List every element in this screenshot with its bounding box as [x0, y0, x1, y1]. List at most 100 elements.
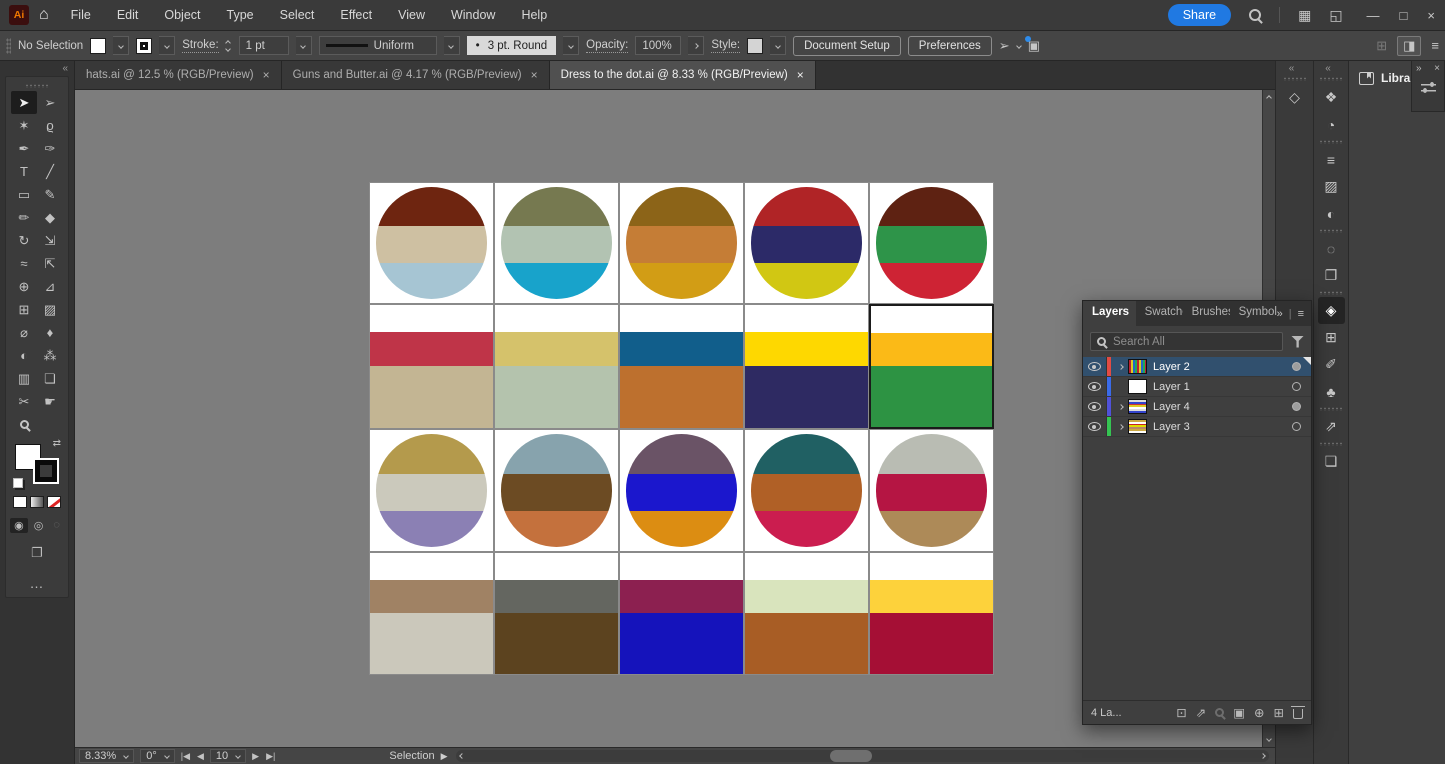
select-similar-icon[interactable]: ➢ [999, 38, 1010, 54]
tool-rotate[interactable]: ↻ [11, 229, 37, 252]
stroke-label[interactable]: Stroke: [182, 39, 218, 53]
tool-symbol-sprayer[interactable]: ⁂ [37, 344, 63, 367]
tool-measure[interactable]: ⌀ [11, 321, 37, 344]
tool-gradient[interactable]: ▨ [37, 298, 63, 321]
fill-stroke-control[interactable]: ⇄ [15, 444, 59, 484]
tool-lasso[interactable]: ϱ [37, 114, 63, 137]
expand-chevron-icon[interactable] [1114, 365, 1128, 369]
opacity-field[interactable]: 100% [635, 36, 681, 55]
width-profile-field[interactable]: Uniform [319, 36, 437, 55]
layer-row-layer-4[interactable]: Layer 4 [1083, 397, 1311, 417]
horizontal-scroll-thumb[interactable] [830, 750, 872, 762]
tab-close-icon[interactable]: × [263, 68, 270, 82]
tool-scale[interactable]: ⇲ [37, 229, 63, 252]
menu-file[interactable]: File [71, 8, 91, 22]
menu-object[interactable]: Object [164, 8, 200, 22]
artboard-cell-r1c1[interactable] [369, 182, 494, 304]
draw-behind-icon[interactable]: ◎ [30, 518, 48, 533]
artboard-cell-r1c4[interactable] [744, 182, 869, 304]
artboard-cell-r2c3[interactable] [619, 304, 744, 429]
document-setup-button[interactable]: Document Setup [793, 36, 901, 56]
tab-hats[interactable]: hats.ai @ 12.5 % (RGB/Preview)× [75, 61, 282, 89]
tab-layers[interactable]: Layers [1083, 301, 1136, 326]
menu-effect[interactable]: Effect [340, 8, 372, 22]
expand-chevron-icon[interactable] [1114, 425, 1128, 429]
layer-thumbnail[interactable] [1128, 379, 1147, 394]
tab-guns-and-butter[interactable]: Guns and Butter.ai @ 4.17 % (RGB/Preview… [282, 61, 550, 89]
maximize-button[interactable]: □ [1400, 8, 1408, 23]
expand-panel-icon[interactable]: » [1416, 63, 1422, 74]
next-artboard-icon[interactable]: ▶ [252, 751, 259, 762]
tool-direct-selection[interactable]: ➢ [37, 91, 63, 114]
style-label[interactable]: Style: [711, 39, 740, 53]
zoom-level-select[interactable]: 8.33% [79, 749, 134, 763]
tool-blend[interactable]: ◐ [11, 344, 37, 367]
menu-edit[interactable]: Edit [117, 8, 139, 22]
expand-chevron-icon[interactable] [1114, 405, 1128, 409]
style-dropdown[interactable] [770, 36, 786, 55]
symbols-panel-icon[interactable]: ♣ [1318, 378, 1345, 405]
home-icon[interactable]: ⌂ [39, 6, 49, 24]
tool-rectangle[interactable]: ▭ [11, 183, 37, 206]
tool-mesh[interactable]: ⊞ [11, 298, 37, 321]
artboard-cell-r2c1[interactable] [369, 304, 494, 429]
options-menu-icon[interactable]: ≡ [1431, 38, 1439, 53]
artboard-cell-r1c5[interactable] [869, 182, 994, 304]
scroll-down-icon[interactable] [1266, 736, 1272, 742]
appearance-icon[interactable]: ◌ [1318, 235, 1345, 262]
visibility-eye-icon[interactable] [1083, 417, 1107, 436]
gradient-panel-icon[interactable]: ▨ [1318, 173, 1345, 200]
open-in-new-icon[interactable]: ⇗ [1196, 705, 1206, 720]
opacity-label[interactable]: Opacity: [586, 39, 628, 53]
rotation-select[interactable]: 0° [140, 749, 175, 763]
tool-line-segment[interactable]: ╱ [37, 160, 63, 183]
scroll-up-icon[interactable] [1266, 95, 1272, 101]
stroke-panel-icon[interactable]: ≡ [1318, 146, 1345, 173]
stroke-swatch-dropdown[interactable] [159, 36, 175, 55]
artboard-cell-r3c3[interactable] [619, 429, 744, 552]
menu-help[interactable]: Help [521, 8, 547, 22]
new-layer-icon[interactable]: ⊞ [1274, 705, 1284, 720]
artboard-cell-r3c1[interactable] [369, 429, 494, 552]
tab-swatches[interactable]: Swatches [1136, 301, 1183, 326]
first-artboard-icon[interactable]: |◀ [181, 751, 190, 762]
fill-swatch[interactable] [90, 38, 106, 54]
color-icon[interactable]: ❖ [1318, 84, 1345, 111]
layer-thumbnail[interactable] [1128, 359, 1147, 374]
cube-icon[interactable]: ◇ [1281, 84, 1308, 111]
dock-collapse-icon[interactable]: « [1314, 61, 1348, 74]
layer-name[interactable]: Layer 2 [1153, 361, 1292, 373]
delete-icon[interactable] [1293, 709, 1303, 719]
artboard-cell-r2c2[interactable] [494, 304, 619, 429]
artboard-cell-r4c1[interactable] [369, 552, 494, 675]
scroll-left-icon[interactable] [459, 753, 465, 759]
artboard-cell-r4c3[interactable] [619, 552, 744, 675]
arrange-documents-icon[interactable]: ◱ [1329, 7, 1342, 24]
gradient-button[interactable] [30, 496, 44, 508]
artboard-cell-r2c5[interactable] [869, 304, 994, 429]
tool-magic-wand[interactable]: ✶ [11, 114, 37, 137]
layer-name[interactable]: Layer 1 [1153, 381, 1292, 393]
menu-select[interactable]: Select [280, 8, 315, 22]
swap-fill-stroke-icon[interactable]: ⇄ [53, 438, 61, 449]
tool-column-graph[interactable]: ▥ [11, 367, 37, 390]
visibility-eye-icon[interactable] [1083, 357, 1107, 376]
tab-close-icon[interactable]: × [797, 68, 804, 82]
options-grip[interactable] [6, 38, 11, 54]
status-submenu-icon[interactable]: ▶ [441, 751, 448, 762]
toolbar-grip[interactable] [25, 84, 49, 88]
tab-symbols[interactable]: Symbols [1230, 301, 1277, 326]
locate-object-icon[interactable] [1215, 708, 1224, 717]
properties-icon[interactable] [1421, 82, 1436, 93]
tab-brushes[interactable]: Brushes [1183, 301, 1230, 326]
stroke-weight-field[interactable]: 1 pt [239, 36, 289, 55]
artboard-cell-r4c2[interactable] [494, 552, 619, 675]
last-artboard-icon[interactable]: ▶| [266, 751, 275, 762]
target-circle[interactable] [1292, 402, 1301, 411]
tool-paintbrush[interactable]: ✎ [37, 183, 63, 206]
style-swatch[interactable] [747, 38, 763, 54]
fill-swatch-dropdown[interactable] [113, 36, 129, 55]
tool-type[interactable]: T [11, 160, 37, 183]
tool-pencil[interactable]: ✏ [11, 206, 37, 229]
preferences-button[interactable]: Preferences [908, 36, 992, 56]
